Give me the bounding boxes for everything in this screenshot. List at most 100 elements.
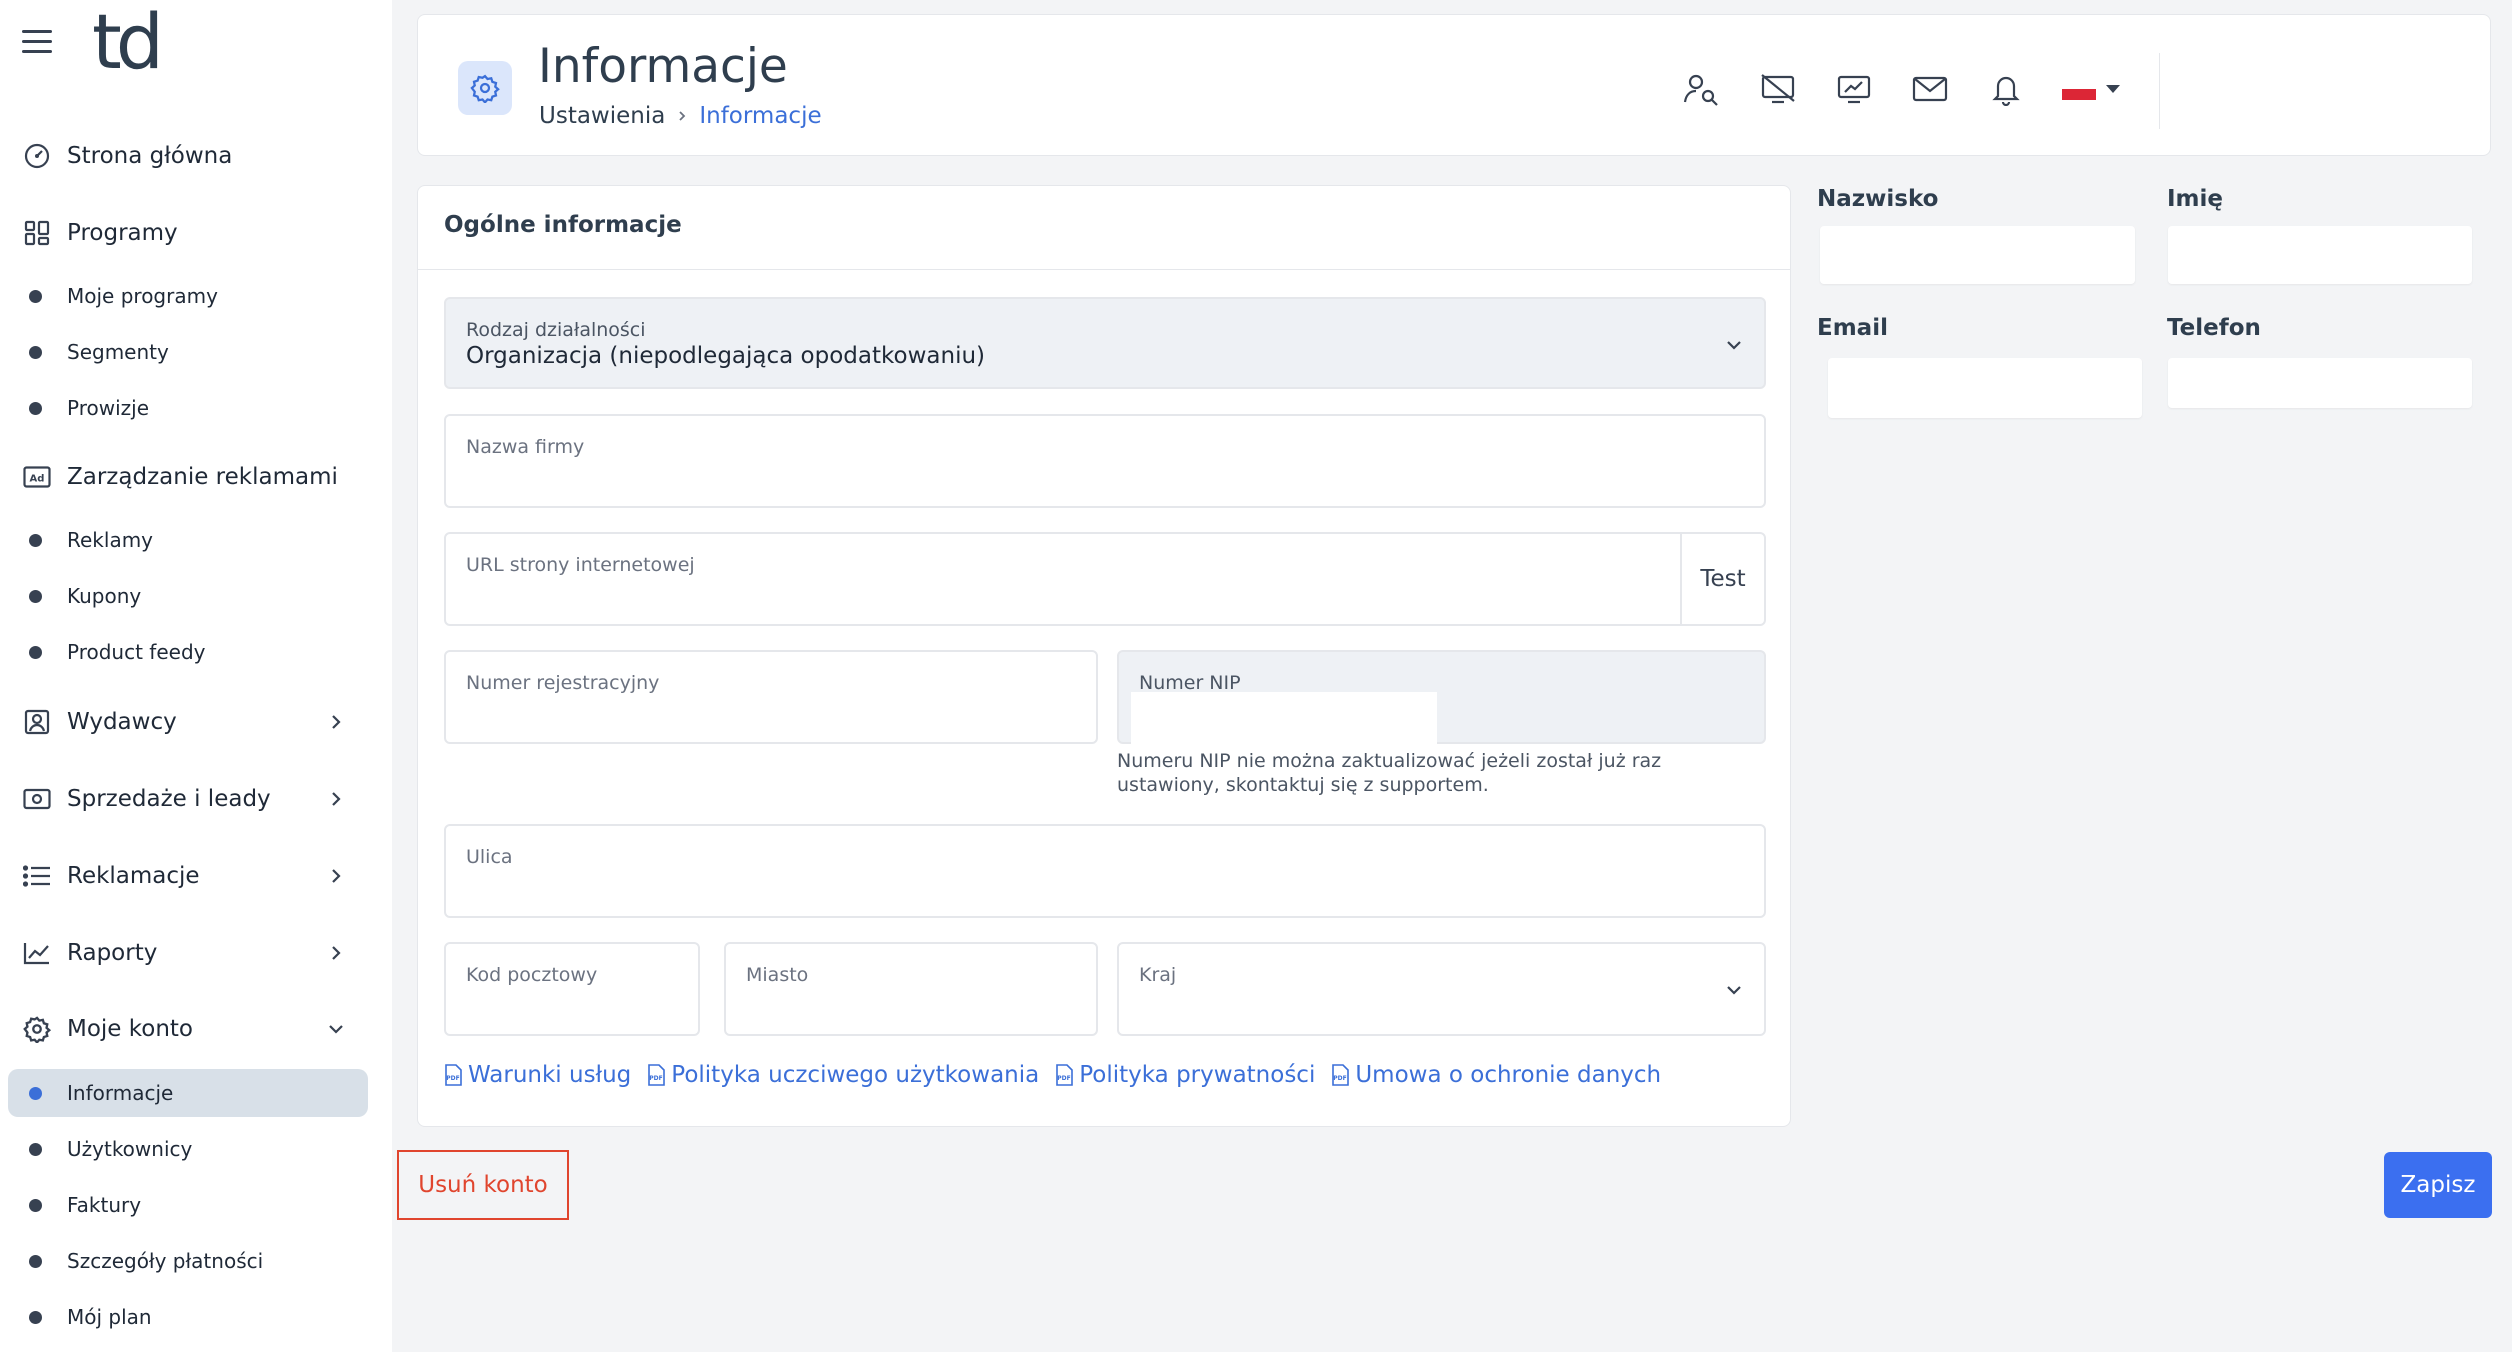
bullet-icon <box>29 645 42 659</box>
general-info-card: Ogólne informacje Rodzaj działalności Or… <box>417 185 1791 1127</box>
sidebar-item-label: Użytkownicy <box>67 1137 193 1161</box>
sidebar-item-label: Faktury <box>67 1193 142 1217</box>
email-field[interactable] <box>1828 358 2142 418</box>
test-url-button[interactable]: Test <box>1680 534 1764 624</box>
field-label: Ulica <box>466 846 513 868</box>
bullet-icon <box>29 401 42 415</box>
surname-input[interactable] <box>1820 226 2135 284</box>
phone-label: Telefon <box>2167 315 2261 341</box>
language-selector[interactable] <box>2058 78 2122 100</box>
chart-screen-icon <box>1837 75 1871 104</box>
header-actions <box>1678 65 2122 113</box>
field-label: Kod pocztowy <box>466 964 598 986</box>
chevron-down-icon <box>329 1025 343 1034</box>
presentation-button[interactable] <box>1830 65 1878 113</box>
sidebar-item-payment-details[interactable]: Szczegóły płatności <box>8 1237 368 1285</box>
sidebar-item-label: Wydawcy <box>67 709 177 735</box>
name-field[interactable] <box>2168 226 2472 284</box>
sidebar-item-label: Reklamy <box>67 528 154 552</box>
sidebar-item-label: Programy <box>67 220 178 246</box>
postal-code-field[interactable]: Kod pocztowy <box>444 942 700 1036</box>
logo[interactable]: td <box>92 2 164 82</box>
nip-hint: Numeru NIP nie można zaktualizować jeżel… <box>1117 750 1662 796</box>
svg-text:PDF: PDF <box>650 1075 663 1082</box>
legal-links: PDF Warunki usług PDF Polityka uczciwego… <box>444 1062 1661 1088</box>
money-icon <box>22 784 52 814</box>
sidebar-item-users[interactable]: Użytkownicy <box>8 1125 368 1173</box>
sidebar-item-segments[interactable]: Segmenty <box>8 328 368 376</box>
sidebar-item-sales-leads[interactable]: Sprzedaże i leady <box>0 771 392 827</box>
postal-code-input[interactable] <box>464 990 656 1020</box>
street-field[interactable]: Ulica <box>444 824 1766 918</box>
sidebar-item-complaints[interactable]: Reklamacje <box>0 848 392 904</box>
field-value: Organizacja (niepodlegająca opodatkowani… <box>466 343 986 369</box>
breadcrumb: Ustawienia Informacje <box>539 103 822 129</box>
user-search-button[interactable] <box>1678 65 1726 113</box>
sidebar-item-my-account[interactable]: Moje konto <box>0 1001 392 1057</box>
user-badge-icon <box>22 707 52 737</box>
sidebar-item-my-programs[interactable]: Moje programy <box>8 272 368 320</box>
terms-link[interactable]: PDF Warunki usług <box>444 1062 631 1088</box>
sidebar-item-my-plan[interactable]: Mój plan <box>8 1293 368 1341</box>
sidebar-item-label: Raporty <box>67 940 158 966</box>
gear-icon <box>22 1014 52 1044</box>
sidebar-item-programs[interactable]: Programy <box>0 205 392 261</box>
sidebar-item-home[interactable]: Strona główna <box>0 128 392 184</box>
chevron-right-icon <box>332 946 341 960</box>
field-label: URL strony internetowej <box>466 554 695 576</box>
field-label: Kraj <box>1139 964 1177 986</box>
sidebar-item-label: Product feedy <box>67 640 206 664</box>
city-input[interactable] <box>744 990 1054 1020</box>
list-icon <box>22 861 52 891</box>
sidebar-item-invoices[interactable]: Faktury <box>8 1181 368 1229</box>
registration-number-field[interactable]: Numer rejestracyjny <box>444 650 1098 744</box>
field-label: Numer rejestracyjny <box>466 672 660 694</box>
company-name-field[interactable]: Nazwa firmy <box>444 414 1766 508</box>
field-label: Miasto <box>746 964 809 986</box>
surname-label: Nazwisko <box>1817 186 1939 212</box>
sidebar-item-coupons[interactable]: Kupony <box>8 572 368 620</box>
chevron-right-icon <box>332 869 341 883</box>
pdf-icon: PDF <box>1332 1064 1350 1086</box>
business-type-select[interactable]: Rodzaj działalności Organizacja (niepodl… <box>444 297 1766 389</box>
ad-icon: Ad <box>22 462 52 492</box>
sidebar-item-ad-management[interactable]: Ad Zarządzanie reklamami <box>0 449 392 505</box>
notifications-button[interactable] <box>1982 65 2030 113</box>
data-protection-agreement-link[interactable]: PDF Umowa o ochronie danych <box>1331 1062 1661 1088</box>
delete-account-button[interactable]: Usuń konto <box>397 1150 569 1220</box>
messages-button[interactable] <box>1906 65 1954 113</box>
hide-screen-button[interactable] <box>1754 65 1802 113</box>
bullet-icon <box>29 1198 42 1212</box>
street-input[interactable] <box>464 872 1722 902</box>
sidebar-item-reports[interactable]: Raporty <box>0 925 392 981</box>
sidebar-item-label: Moje programy <box>67 284 218 308</box>
menu-icon[interactable] <box>22 30 52 54</box>
city-field[interactable]: Miasto <box>724 942 1098 1036</box>
sidebar-item-publishers[interactable]: Wydawcy <box>0 694 392 750</box>
sidebar-item-product-feeds[interactable]: Product feedy <box>8 628 368 676</box>
email-label: Email <box>1817 315 1888 341</box>
phone-input[interactable] <box>2168 358 2472 408</box>
save-button[interactable]: Zapisz <box>2384 1152 2492 1218</box>
chevron-down-icon <box>1727 986 1741 995</box>
fair-use-policy-link[interactable]: PDF Polityka uczciwego użytkowania <box>647 1062 1039 1088</box>
privacy-policy-link[interactable]: PDF Polityka prywatności <box>1055 1062 1315 1088</box>
settings-gear-icon <box>458 61 512 115</box>
sidebar-item-information[interactable]: Informacje <box>8 1069 368 1117</box>
sidebar-item-ads[interactable]: Reklamy <box>8 516 368 564</box>
nip-value-box <box>1131 692 1437 744</box>
breadcrumb-parent[interactable]: Ustawienia <box>539 103 665 129</box>
pdf-icon: PDF <box>648 1064 666 1086</box>
sidebar-item-commissions[interactable]: Prowizje <box>8 384 368 432</box>
bullet-icon <box>29 345 42 359</box>
registration-number-input[interactable] <box>464 698 1054 728</box>
phone-field[interactable] <box>2168 358 2472 408</box>
website-url-input[interactable] <box>464 580 1644 610</box>
email-input[interactable] <box>1828 358 2142 418</box>
name-input[interactable] <box>2168 226 2472 284</box>
company-name-input[interactable] <box>464 462 1722 492</box>
surname-field[interactable] <box>1820 226 2135 284</box>
sidebar-item-label: Strona główna <box>67 143 233 169</box>
website-url-field[interactable]: URL strony internetowej Test <box>444 532 1766 626</box>
country-select[interactable]: Kraj <box>1117 942 1766 1036</box>
